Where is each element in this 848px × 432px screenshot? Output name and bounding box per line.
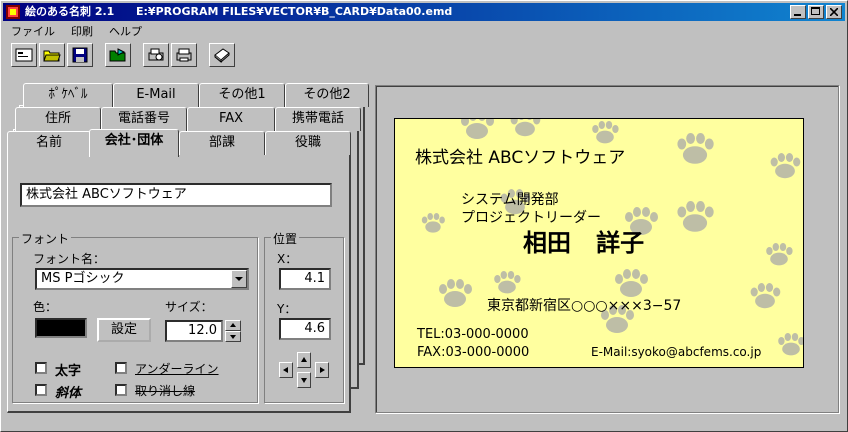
save-button[interactable] — [67, 43, 93, 67]
position-group-label: 位置 — [271, 230, 300, 247]
position-group: 位置 X： 4.1 Y： 4.6 — [264, 230, 344, 403]
import-button[interactable] — [105, 43, 131, 67]
open-button[interactable] — [39, 43, 65, 67]
new-card-icon — [15, 48, 33, 62]
card-email: E-Mail:syoko@abcfems.co.jp — [591, 345, 762, 359]
close-button[interactable] — [826, 5, 842, 19]
company-text-input[interactable]: 株式会社 ABCソフトウェア — [20, 183, 332, 207]
tab-other1[interactable]: その他1 — [199, 83, 285, 107]
bold-checkbox[interactable] — [35, 362, 47, 374]
arrow-down-icon — [301, 378, 307, 383]
spin-down-icon — [230, 335, 236, 339]
tab-page-company: 株式会社 ABCソフトウェア フォント フォント名： MS Pゴシック 色： サ… — [7, 155, 351, 413]
strike-checkbox[interactable] — [115, 384, 127, 396]
underline-checkbox[interactable] — [115, 362, 127, 374]
tab-mobile[interactable]: 携帯電話 — [275, 107, 361, 131]
x-label: X： — [277, 252, 298, 266]
save-disk-icon — [72, 47, 88, 63]
menu-help[interactable]: ヘルプ — [101, 23, 150, 41]
y-label: Y： — [277, 302, 297, 316]
file-path: E:¥PROGRAM FILES¥VECTOR¥B_CARD¥Data00.em… — [136, 5, 453, 18]
tab-pager[interactable]: ﾎﾟｹﾍﾞﾙ — [23, 83, 113, 107]
move-down-button[interactable] — [297, 372, 311, 388]
menu-print[interactable]: 印刷 — [63, 23, 101, 41]
tab-fax[interactable]: FAX — [187, 107, 275, 131]
tab-company[interactable]: 会社･団体 — [89, 129, 179, 157]
card-preview-frame: 株式会社 ABCソフトウェア システム開発部 プロジェクトリーダー 相田 詳子 … — [375, 85, 839, 413]
italic-label: 斜体 — [55, 386, 82, 401]
menu-bar: ファイル 印刷 ヘルプ — [3, 23, 150, 41]
maximize-icon — [811, 7, 820, 15]
tab-other2[interactable]: その他2 — [285, 83, 369, 107]
font-group: フォント フォント名： MS Pゴシック 色： サイズ： 設定 12.0 太字 … — [12, 230, 258, 403]
font-name-value: MS Pゴシック — [41, 271, 125, 286]
arrow-right-icon — [320, 367, 325, 373]
move-right-button[interactable] — [315, 362, 329, 378]
tab-name[interactable]: 名前 — [7, 131, 91, 155]
y-input[interactable]: 4.6 — [279, 318, 331, 340]
arrow-left-icon — [283, 367, 288, 373]
font-group-label: フォント — [19, 230, 72, 247]
toolbar — [11, 43, 237, 67]
card-address: 東京都新宿区○○○×××3−57 — [487, 298, 682, 314]
italic-checkbox[interactable] — [35, 384, 47, 396]
font-name-label: フォント名： — [33, 252, 106, 266]
new-card-button[interactable] — [11, 43, 37, 67]
title-bar[interactable]: 絵のある名刺 2.1 E:¥PROGRAM FILES¥VECTOR¥B_CAR… — [3, 3, 845, 21]
spin-up-icon — [230, 323, 236, 327]
maximize-button[interactable] — [808, 5, 824, 19]
print-button[interactable] — [171, 43, 197, 67]
arrow-up-icon — [301, 357, 307, 362]
print-preview-icon — [148, 48, 164, 61]
chevron-down-icon[interactable] — [231, 270, 247, 288]
size-label: サイズ： — [165, 300, 213, 314]
app-icon — [6, 5, 20, 19]
app-name: 絵のある名刺 2.1 — [25, 5, 115, 18]
strike-label: 取り消し線 — [135, 384, 196, 398]
tab-email[interactable]: E-Mail — [113, 83, 199, 107]
app-window: 絵のある名刺 2.1 E:¥PROGRAM FILES¥VECTOR¥B_CAR… — [0, 0, 848, 432]
tab-phone[interactable]: 電話番号 — [101, 107, 187, 131]
business-card[interactable]: 株式会社 ABCソフトウェア システム開発部 プロジェクトリーダー 相田 詳子 … — [394, 118, 804, 368]
size-up-button[interactable] — [225, 320, 241, 331]
tab-department[interactable]: 部課 — [179, 131, 265, 155]
minimize-icon — [794, 14, 801, 16]
font-name-select[interactable]: MS Pゴシック — [35, 268, 249, 290]
card-department: システム開発部 — [461, 192, 559, 208]
book-icon — [214, 48, 230, 63]
card-fax: FAX:03-000-0000 — [417, 345, 530, 360]
tab-position[interactable]: 役職 — [265, 131, 351, 155]
book-button[interactable] — [209, 43, 235, 67]
x-input[interactable]: 4.1 — [279, 268, 331, 290]
set-color-button[interactable]: 設定 — [97, 318, 151, 342]
move-left-button[interactable] — [279, 362, 293, 378]
card-tel: TEL:03-000-0000 — [417, 327, 529, 342]
card-company: 株式会社 ABCソフトウェア — [415, 148, 626, 168]
print-preview-button[interactable] — [143, 43, 169, 67]
color-label: 色： — [33, 300, 58, 314]
print-icon — [176, 48, 192, 62]
underline-label: アンダーライン — [135, 362, 219, 376]
size-down-button[interactable] — [225, 331, 241, 342]
open-folder-icon — [43, 50, 61, 62]
move-up-button[interactable] — [297, 352, 311, 368]
color-swatch[interactable] — [35, 318, 87, 338]
import-icon — [109, 48, 126, 62]
card-person-name: 相田 詳子 — [523, 229, 645, 257]
menu-file[interactable]: ファイル — [3, 23, 63, 41]
size-input[interactable]: 12.0 — [165, 320, 223, 342]
close-icon — [830, 8, 838, 16]
tab-address[interactable]: 住所 — [15, 107, 101, 131]
bold-label: 太字 — [55, 364, 82, 379]
minimize-button[interactable] — [790, 5, 806, 19]
